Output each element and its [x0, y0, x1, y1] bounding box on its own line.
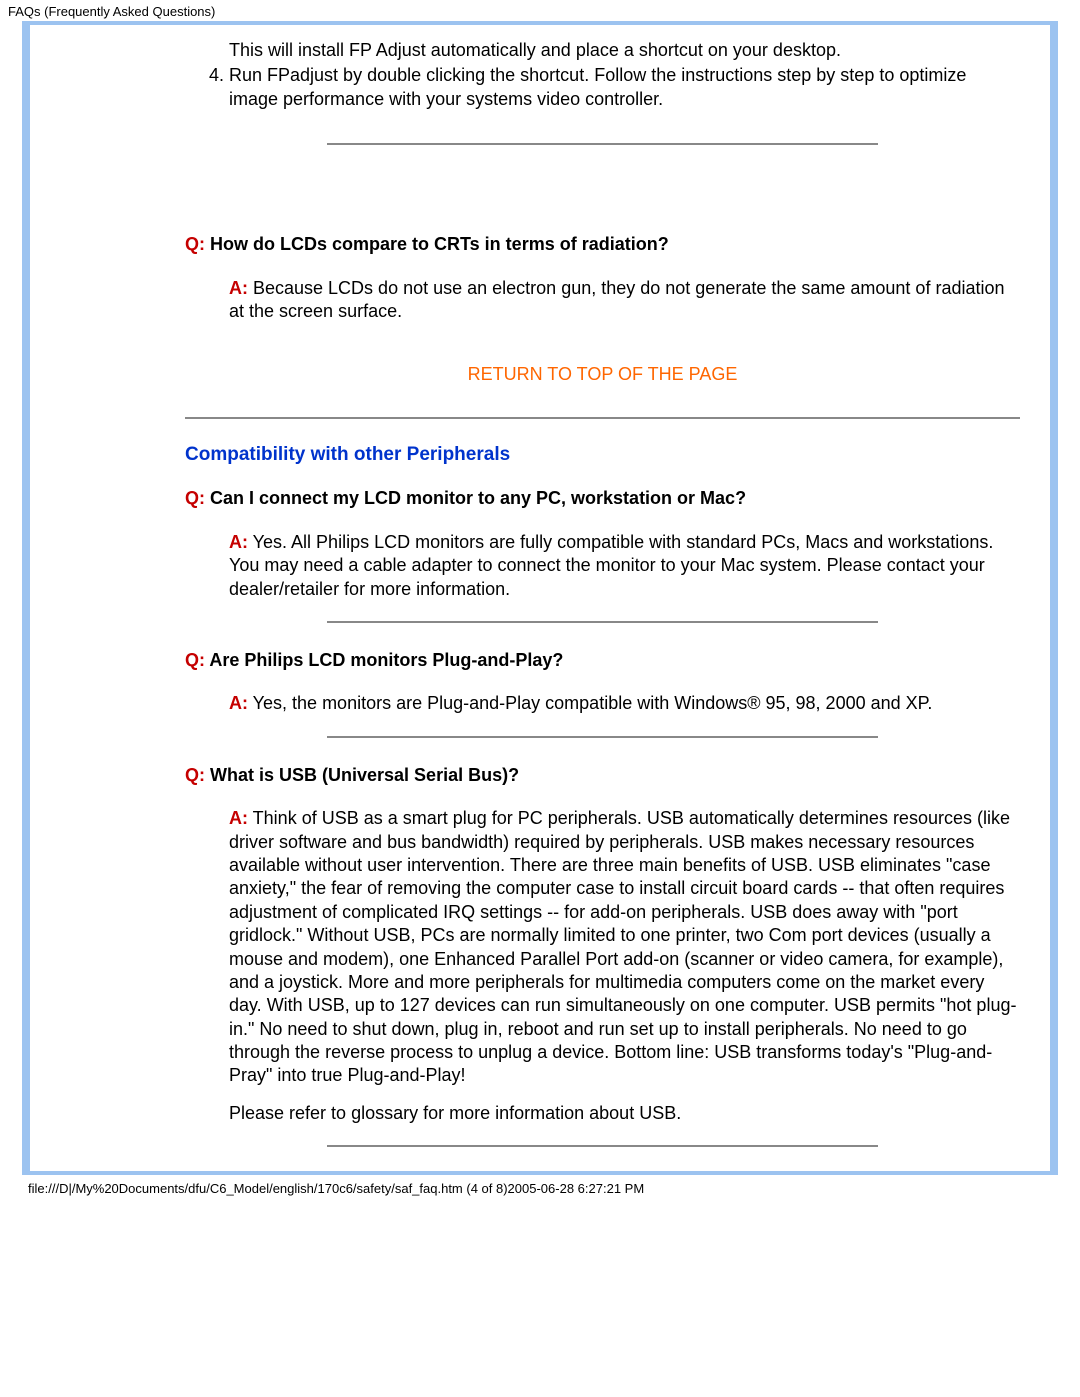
answer-radiation: A: Because LCDs do not use an electron g… — [229, 277, 1020, 324]
question-pnp: Q: Are Philips LCD monitors Plug-and-Pla… — [185, 649, 1020, 672]
q-connect-text: Can I connect my LCD monitor to any PC, … — [205, 488, 746, 508]
a-connect-text: Yes. All Philips LCD monitors are fully … — [229, 532, 993, 599]
divider — [327, 621, 878, 623]
a-radiation-text: Because LCDs do not use an electron gun,… — [229, 278, 1005, 321]
footer-file-path: file:///D|/My%20Documents/dfu/C6_Model/e… — [0, 1175, 1080, 1202]
q-label: Q: — [185, 488, 205, 508]
question-connect: Q: Can I connect my LCD monitor to any P… — [185, 487, 1020, 510]
step-3: Run FPadjust by double clicking the shor… — [229, 64, 1020, 111]
return-to-top: RETURN TO TOP OF THE PAGE — [185, 363, 1020, 386]
q-radiation-text: How do LCDs compare to CRTs in terms of … — [205, 234, 669, 254]
question-radiation: Q: How do LCDs compare to CRTs in terms … — [185, 233, 1020, 256]
section-compat-heading: Compatibility with other Peripherals — [185, 443, 1020, 468]
page-header-title: FAQs (Frequently Asked Questions) — [0, 0, 1080, 21]
step-2-continuation: This will install FP Adjust automaticall… — [211, 39, 1020, 62]
section-divider — [185, 417, 1020, 419]
answer-connect: A: Yes. All Philips LCD monitors are ful… — [229, 531, 1020, 601]
install-steps-list: This will install FP Adjust automaticall… — [185, 39, 1020, 111]
answer-usb: A: Think of USB as a smart plug for PC p… — [229, 807, 1020, 1125]
divider — [327, 143, 878, 145]
question-usb: Q: What is USB (Universal Serial Bus)? — [185, 764, 1020, 787]
return-to-top-link[interactable]: RETURN TO TOP OF THE PAGE — [468, 364, 738, 384]
a-label: A: — [229, 532, 248, 552]
q-label: Q: — [185, 234, 205, 254]
q-pnp-text: Are Philips LCD monitors Plug-and-Play? — [205, 650, 563, 670]
a-label: A: — [229, 278, 248, 298]
a-usb-text: Think of USB as a smart plug for PC peri… — [229, 808, 1016, 1085]
a-usb-para2: Please refer to glossary for more inform… — [229, 1102, 1020, 1125]
a-label: A: — [229, 808, 248, 828]
divider — [327, 736, 878, 738]
content-body: This will install FP Adjust automaticall… — [30, 25, 1050, 1171]
content-frame: This will install FP Adjust automaticall… — [22, 21, 1058, 1175]
a-pnp-text: Yes, the monitors are Plug-and-Play comp… — [248, 693, 932, 713]
a-label: A: — [229, 693, 248, 713]
q-usb-text: What is USB (Universal Serial Bus)? — [205, 765, 519, 785]
q-label: Q: — [185, 650, 205, 670]
divider — [327, 1145, 878, 1147]
answer-pnp: A: Yes, the monitors are Plug-and-Play c… — [229, 692, 1020, 715]
q-label: Q: — [185, 765, 205, 785]
